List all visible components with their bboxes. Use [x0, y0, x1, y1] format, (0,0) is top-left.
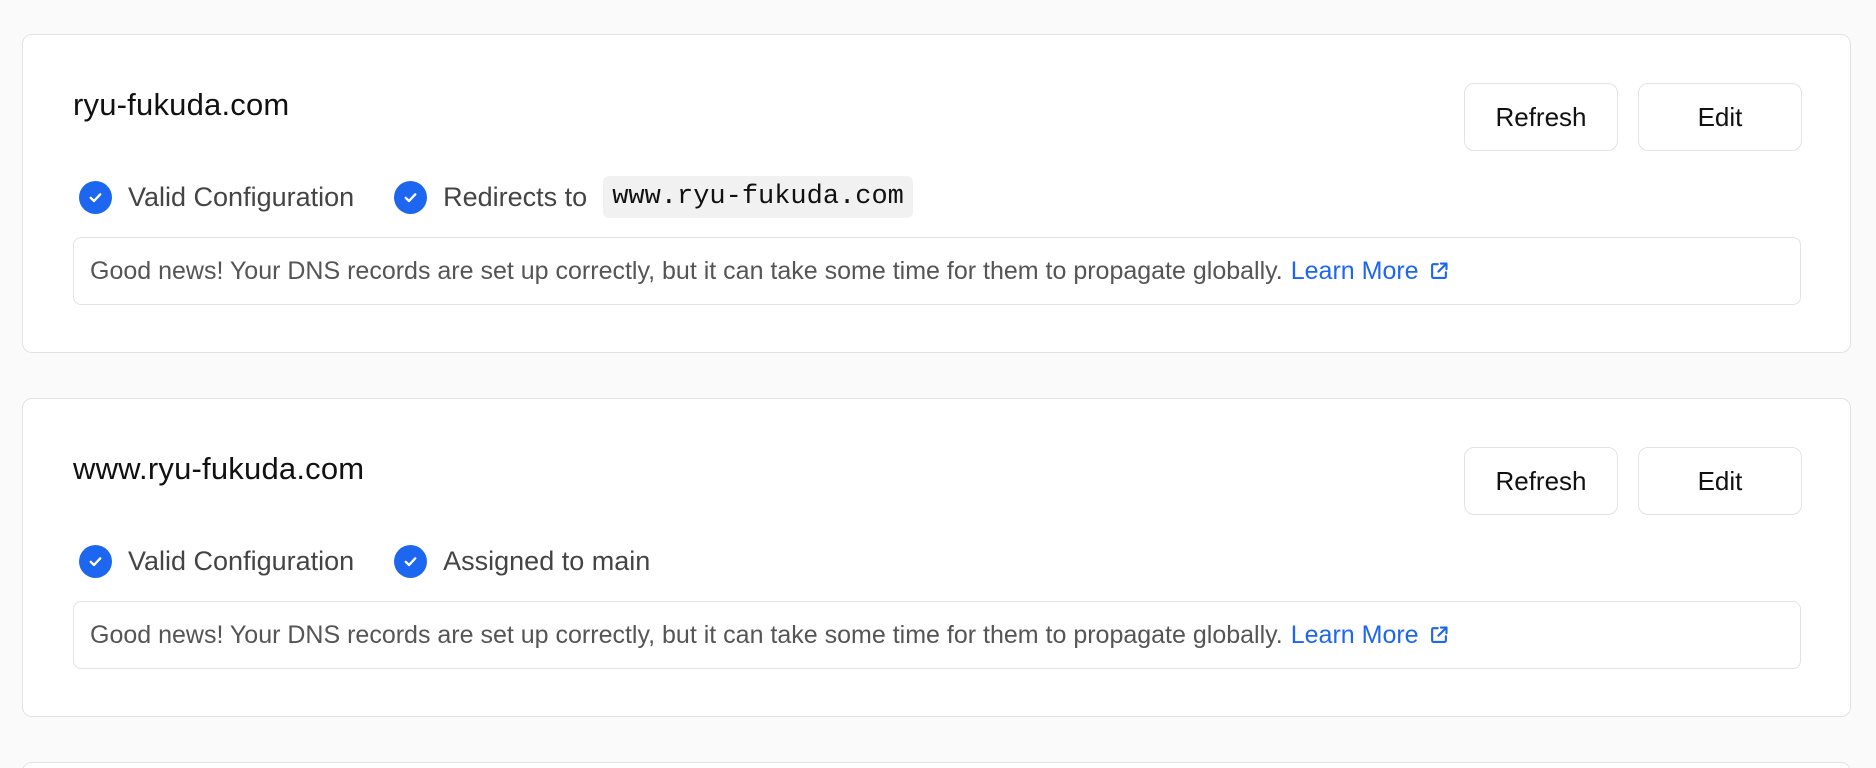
learn-more-label: Learn More [1290, 256, 1419, 285]
refresh-button[interactable]: Refresh [1464, 83, 1618, 151]
redirect-target: www.ryu-fukuda.com [603, 176, 913, 218]
status-assigned-branch: Assigned to main [394, 544, 651, 578]
status-valid-configuration: Valid Configuration [79, 180, 355, 214]
check-circle-icon [79, 180, 112, 214]
status-redirect: Redirects to www.ryu-fukuda.com [394, 176, 913, 218]
status-valid-configuration: Valid Configuration [79, 544, 355, 578]
check-circle-icon [79, 544, 112, 578]
dns-info-box: Good news! Your DNS records are set up c… [73, 237, 1801, 305]
external-link-icon [1429, 261, 1449, 281]
learn-more-link[interactable]: Learn More [1291, 621, 1449, 650]
check-circle-icon [394, 544, 428, 578]
refresh-button[interactable]: Refresh [1464, 447, 1618, 515]
status-label: Redirects to [443, 181, 588, 212]
domain-name: www.ryu-fukuda.com [73, 451, 365, 486]
dns-info-box: Good news! Your DNS records are set up c… [73, 601, 1801, 669]
check-circle-icon [394, 180, 428, 214]
domain-card: www.ryu-fukuda.com Refresh Edit Valid Co… [22, 398, 1851, 717]
external-link-icon [1429, 625, 1449, 645]
status-label: Valid Configuration [128, 545, 355, 576]
info-text: Good news! Your DNS records are set up c… [90, 620, 1283, 649]
learn-more-link[interactable]: Learn More [1291, 257, 1449, 286]
edit-button[interactable]: Edit [1638, 83, 1802, 151]
status-label: Valid Configuration [128, 181, 355, 212]
domain-name: ryu-fukuda.com [73, 87, 290, 122]
domain-card-partial [22, 762, 1851, 768]
status-label: Assigned to main [443, 545, 651, 576]
status-row: Valid Configuration Redirects to www.ryu… [79, 176, 913, 218]
domains-page: ryu-fukuda.com Refresh Edit Valid Config… [0, 0, 1876, 768]
domain-card: ryu-fukuda.com Refresh Edit Valid Config… [22, 34, 1851, 353]
info-text: Good news! Your DNS records are set up c… [90, 256, 1283, 285]
status-row: Valid Configuration Assigned to main [79, 541, 650, 581]
edit-button[interactable]: Edit [1638, 447, 1802, 515]
learn-more-label: Learn More [1290, 620, 1419, 649]
